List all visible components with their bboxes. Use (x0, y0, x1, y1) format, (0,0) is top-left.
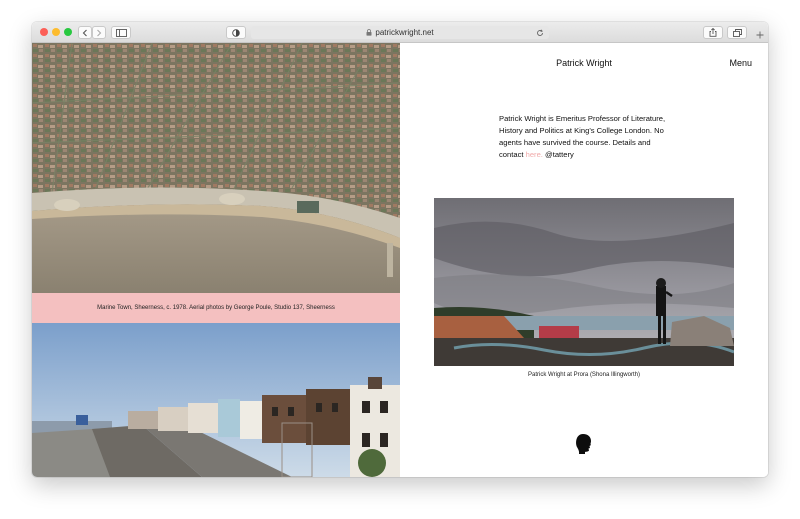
address-bar[interactable]: patrickwright.net (251, 26, 549, 39)
contact-link[interactable]: here. (526, 150, 543, 159)
portrait-photo-prora (434, 198, 734, 366)
reader-mode-button[interactable] (226, 26, 246, 39)
privacy-shield-icon (232, 28, 240, 37)
sidebar-button[interactable] (111, 26, 131, 39)
chevron-left-icon (82, 29, 87, 36)
tabs-icon (732, 28, 742, 37)
twitter-handle: @tattery (542, 150, 574, 159)
plus-icon (756, 31, 764, 38)
portrait-caption: Patrick Wright at Prora (Shona Illingwor… (528, 372, 640, 378)
close-window-button[interactable] (40, 28, 48, 36)
sidebar-icon (115, 28, 127, 37)
share-button[interactable] (703, 26, 723, 39)
bio-text: Patrick Wright is Emeritus Professor of … (499, 114, 666, 159)
share-icon (709, 28, 717, 37)
chevron-right-icon (97, 29, 102, 36)
aerial-photo-caption: Marine Town, Sheerness, c. 1978. Aerial … (32, 293, 400, 323)
reload-icon[interactable] (536, 29, 544, 37)
browser-toolbar: patrickwright.net (32, 22, 768, 43)
street-photo-seafront (32, 323, 400, 477)
new-tab-button[interactable] (752, 26, 768, 43)
forward-button[interactable] (92, 26, 106, 39)
aerial-photo-marine-town (32, 43, 400, 293)
minimize-window-button[interactable] (52, 28, 60, 36)
menu-button[interactable]: Menu (729, 58, 752, 68)
bio-paragraph: Patrick Wright is Emeritus Professor of … (499, 113, 674, 161)
silhouette-logo-icon[interactable] (574, 433, 594, 455)
back-button[interactable] (78, 26, 92, 39)
url-text: patrickwright.net (375, 28, 434, 37)
aerial-caption-text: Marine Town, Sheerness, c. 1978. Aerial … (97, 305, 335, 311)
zoom-window-button[interactable] (64, 28, 72, 36)
tabs-overview-button[interactable] (727, 26, 747, 39)
browser-window: patrickwright.net Marine Town, Sheerness… (32, 22, 768, 477)
left-image-column: Marine Town, Sheerness, c. 1978. Aerial … (32, 43, 400, 477)
site-title[interactable]: Patrick Wright (400, 58, 768, 68)
lock-icon (366, 29, 372, 36)
right-content-column: Patrick Wright Menu Patrick Wright is Em… (400, 43, 768, 477)
